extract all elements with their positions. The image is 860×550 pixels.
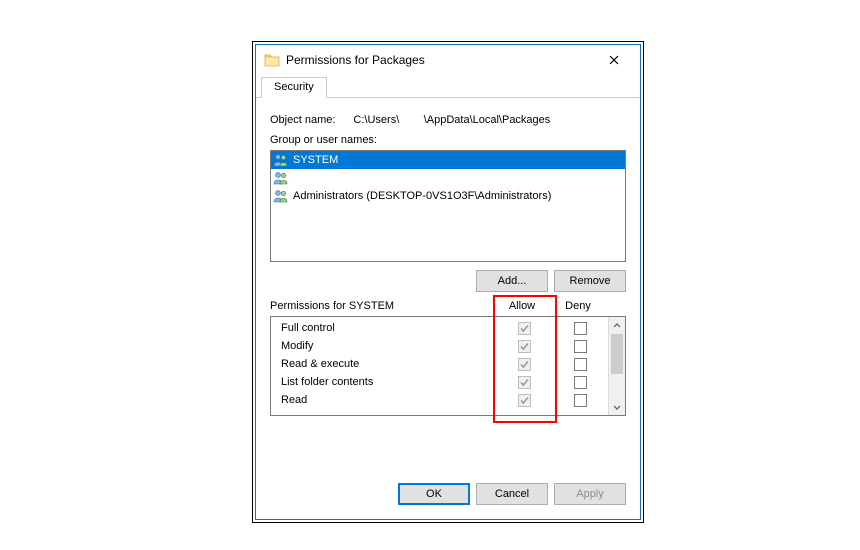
apply-button[interactable]: Apply — [554, 483, 626, 505]
object-name-row: Object name: C:\Users\ \AppData\Local\Pa… — [270, 114, 626, 126]
scroll-up-button[interactable] — [609, 317, 625, 334]
permission-name: Read — [271, 394, 496, 406]
deny-header: Deny — [550, 300, 606, 312]
chevron-up-icon — [613, 322, 621, 330]
principal-label: SYSTEM — [293, 154, 338, 166]
remove-button[interactable]: Remove — [554, 270, 626, 292]
scrollbar[interactable] — [608, 317, 625, 415]
scroll-track[interactable] — [609, 374, 625, 398]
window-title: Permissions for Packages — [286, 53, 594, 67]
people-icon — [273, 189, 289, 203]
close-button[interactable] — [594, 46, 634, 74]
permission-row: Full control — [271, 319, 608, 337]
permission-row: Read & execute — [271, 355, 608, 373]
permissions-dialog: Permissions for Packages Security Object… — [255, 44, 641, 520]
principal-row[interactable]: SYSTEM — [271, 151, 625, 169]
permissions-listbox: Full control Modify Read & execute List fol… — [270, 316, 626, 416]
deny-checkbox[interactable] — [574, 322, 587, 335]
permission-name: Full control — [271, 322, 496, 334]
tab-strip: Security — [256, 77, 640, 98]
principal-row[interactable] — [271, 169, 625, 187]
permission-row: List folder contents — [271, 373, 608, 391]
folder-icon — [264, 52, 280, 68]
object-name-value: C:\Users\ \AppData\Local\Packages — [353, 114, 550, 126]
deny-checkbox[interactable] — [574, 358, 587, 371]
permissions-caption: Permissions for SYSTEM — [270, 300, 494, 312]
tab-security[interactable]: Security — [261, 77, 327, 98]
close-icon — [609, 55, 619, 65]
chevron-down-icon — [613, 403, 621, 411]
permissions-header: Permissions for SYSTEM Allow Deny — [270, 300, 626, 312]
principal-label: Administrators (DESKTOP-0VS1O3F\Administ… — [293, 190, 551, 202]
group-label: Group or user names: — [270, 134, 626, 146]
titlebar: Permissions for Packages — [256, 45, 640, 75]
people-icon — [273, 153, 289, 167]
ok-button[interactable]: OK — [398, 483, 470, 505]
scroll-down-button[interactable] — [609, 398, 625, 415]
permission-row: Read — [271, 391, 608, 409]
deny-checkbox[interactable] — [574, 394, 587, 407]
principals-listbox[interactable]: SYSTEM Administrators (DESKTOP-0VS1O3F\Ad… — [270, 150, 626, 262]
deny-checkbox[interactable] — [574, 376, 587, 389]
permission-name: Read & execute — [271, 358, 496, 370]
allow-header: Allow — [494, 300, 550, 312]
principal-row[interactable]: Administrators (DESKTOP-0VS1O3F\Administ… — [271, 187, 625, 205]
deny-checkbox[interactable] — [574, 340, 587, 353]
add-button[interactable]: Add... — [476, 270, 548, 292]
object-name-label: Object name: — [270, 114, 335, 126]
allow-checkbox — [518, 340, 531, 353]
allow-checkbox — [518, 376, 531, 389]
allow-checkbox — [518, 394, 531, 407]
permission-row: Modify — [271, 337, 608, 355]
window-frame: Permissions for Packages Security Object… — [252, 41, 644, 523]
scroll-thumb[interactable] — [611, 334, 623, 374]
permission-name: Modify — [271, 340, 496, 352]
dialog-buttons: OK Cancel Apply — [256, 471, 640, 519]
allow-checkbox — [518, 358, 531, 371]
allow-checkbox — [518, 322, 531, 335]
permission-name: List folder contents — [271, 376, 496, 388]
tab-body: Object name: C:\Users\ \AppData\Local\Pa… — [256, 98, 640, 471]
principal-buttons: Add... Remove — [270, 270, 626, 292]
people-icon — [273, 171, 289, 185]
cancel-button[interactable]: Cancel — [476, 483, 548, 505]
